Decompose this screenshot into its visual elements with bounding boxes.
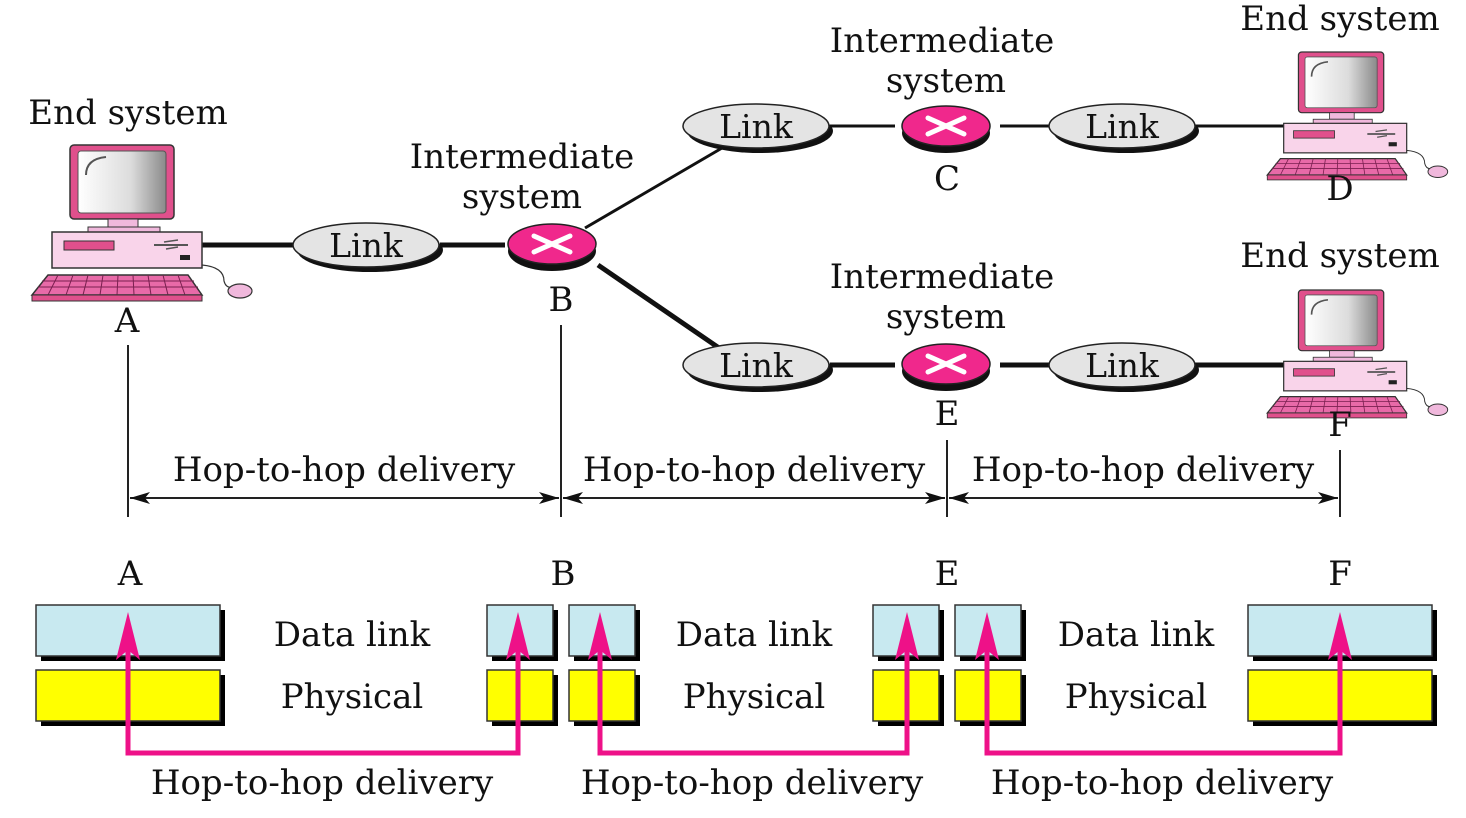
end-system-d: End system D — [1240, 0, 1449, 209]
computer-icon — [1266, 51, 1449, 181]
router-icon — [902, 106, 990, 153]
hop-label-e-f: Hop-to-hop delivery — [972, 450, 1315, 490]
stack-b-left-physical-box — [486, 669, 558, 726]
layer-label-physical: Physical — [683, 677, 826, 717]
end-system-a-label: End system — [28, 93, 227, 133]
node-letter-c: C — [934, 159, 960, 199]
end-system-d-label: End system — [1240, 0, 1439, 39]
router-icon — [902, 344, 990, 391]
intermediate-system-e: Intermediate system E — [830, 257, 1054, 434]
layer-label-data-link: Data link — [676, 615, 833, 655]
intermediate-label-line2: system — [886, 297, 1006, 337]
end-system-f-label: End system — [1240, 236, 1439, 276]
layer-label-physical: Physical — [1065, 677, 1208, 717]
node-letter-e: E — [935, 394, 960, 434]
link-b-e: Link — [682, 342, 834, 393]
layer-label-data-link: Data link — [274, 615, 431, 655]
stack-letter-a: A — [117, 554, 143, 594]
bottom-hop-label-1: Hop-to-hop delivery — [151, 763, 494, 803]
link-label: Link — [719, 346, 794, 385]
intermediate-label-line1: Intermediate — [830, 21, 1054, 61]
stack-letter-f: F — [1328, 554, 1352, 594]
bottom-hop-label-2: Hop-to-hop delivery — [581, 763, 924, 803]
end-system-a: End system A — [28, 93, 253, 341]
link-b-c: Link — [682, 103, 834, 154]
node-letter-f: F — [1328, 405, 1352, 445]
stack-letter-b: B — [551, 554, 576, 594]
bottom-hop-label-3: Hop-to-hop delivery — [991, 763, 1334, 803]
cable-b-link-bottom — [596, 262, 724, 353]
intermediate-label-line1: Intermediate — [410, 137, 634, 177]
layer-label-physical: Physical — [281, 677, 424, 717]
layer-label-data-link: Data link — [1058, 615, 1215, 655]
hop-label-b-e: Hop-to-hop delivery — [583, 450, 926, 490]
stack-letter-e: E — [935, 554, 960, 594]
link-label: Link — [1085, 346, 1160, 385]
link-c-d: Link — [1048, 103, 1200, 154]
hop-label-a-b: Hop-to-hop delivery — [173, 450, 516, 490]
node-letter-d: D — [1326, 169, 1353, 209]
node-letter-b: B — [549, 280, 574, 320]
layer-stacks: A B E F Data link Physical Data link Phy… — [35, 554, 1437, 803]
link-e-f: Link — [1048, 342, 1200, 393]
network-diagram: End system A Link Intermediate system B … — [28, 0, 1449, 803]
node-letter-a: A — [114, 301, 140, 341]
link-a-b: Link — [292, 222, 444, 273]
intermediate-label-line1: Intermediate — [830, 257, 1054, 297]
end-system-f: End system F — [1240, 236, 1449, 445]
computer-icon — [1266, 289, 1449, 419]
link-label: Link — [719, 107, 794, 146]
stack-e-right-physical-box — [954, 669, 1026, 726]
router-icon — [508, 224, 596, 271]
link-label: Link — [1085, 107, 1160, 146]
intermediate-system-c: Intermediate system C — [830, 21, 1054, 199]
link-label: Link — [329, 226, 404, 265]
intermediate-system-b: Intermediate system B — [410, 137, 634, 320]
intermediate-label-line2: system — [462, 177, 582, 217]
intermediate-label-line2: system — [886, 61, 1006, 101]
computer-icon — [31, 144, 253, 302]
stack-b-right-physical-box — [568, 669, 640, 726]
